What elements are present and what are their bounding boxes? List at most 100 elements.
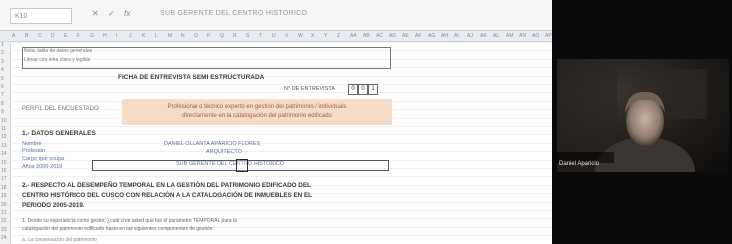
row-header[interactable]: 2 — [1, 50, 4, 56]
column-header[interactable]: AE — [402, 31, 409, 41]
row-header[interactable]: 15 — [1, 160, 7, 166]
column-header[interactable]: G — [90, 31, 94, 41]
row-header[interactable]: 24 — [1, 235, 7, 241]
row-header[interactable]: 22 — [1, 218, 7, 224]
formula-input[interactable]: SUB GERENTE DEL CENTRO HISTORICO — [160, 10, 307, 17]
grid-line — [10, 75, 552, 77]
row-header[interactable]: 23 — [1, 227, 7, 233]
row-header[interactable]: 13 — [1, 143, 7, 149]
column-header[interactable]: K — [142, 31, 145, 41]
column-header[interactable]: L — [155, 31, 158, 41]
column-header[interactable]: N — [181, 31, 185, 41]
column-header[interactable]: U — [272, 31, 276, 41]
screen: K10 ✕ ✓ fx SUB GERENTE DEL CENTRO HISTOR… — [0, 0, 732, 244]
row-header[interactable]: 16 — [1, 168, 7, 174]
column-header[interactable]: Q — [220, 31, 224, 41]
column-header[interactable]: R — [233, 31, 237, 41]
top-note-2: Llenar con letra clara y legible — [24, 57, 91, 63]
top-note-1: Nota: tabla de datos generales — [24, 48, 93, 54]
row-header[interactable]: 19 — [1, 193, 7, 199]
row-header[interactable]: 18 — [1, 185, 7, 191]
question-line-2: catalogación del patrimonio edificado ha… — [22, 226, 214, 232]
row-header[interactable]: 14 — [1, 151, 7, 157]
field-label: Años 2005-2019 — [22, 164, 63, 170]
column-header[interactable]: T — [259, 31, 262, 41]
column-header[interactable]: AD — [389, 31, 396, 41]
column-header[interactable]: O — [194, 31, 198, 41]
spreadsheet-pane: K10 ✕ ✓ fx SUB GERENTE DEL CENTRO HISTOR… — [0, 0, 552, 244]
position-value[interactable]: SUB GERENTE DEL CENTRO HISTORICO — [176, 161, 284, 167]
profile-line-2: directamente en la catalogación del patr… — [182, 113, 332, 119]
row-header[interactable]: 10 — [1, 118, 7, 124]
column-header[interactable]: D — [51, 31, 55, 41]
row-header[interactable]: 1 — [1, 42, 4, 48]
active-cell[interactable] — [236, 159, 248, 172]
row-header[interactable]: 6 — [1, 84, 4, 90]
column-header[interactable]: AK — [480, 31, 487, 41]
row-header[interactable]: 12 — [1, 134, 7, 140]
column-header[interactable]: B — [25, 31, 28, 41]
column-header[interactable]: I — [116, 31, 117, 41]
column-header[interactable]: E — [64, 31, 67, 41]
column-header[interactable]: H — [103, 31, 107, 41]
column-header[interactable]: V — [285, 31, 288, 41]
name-value[interactable]: DANIEL OLLANTA APARICIO FLORES — [164, 141, 260, 147]
column-header[interactable]: AI — [454, 31, 459, 41]
column-header[interactable]: AC — [376, 31, 383, 41]
question-line-3: a. La conservación del patrimonio — [22, 237, 97, 243]
row-header[interactable]: 21 — [1, 210, 7, 216]
interview-label: N° DE ENTREVISTA — [284, 86, 335, 92]
form-title: FICHA DE ENTREVISTA SEMI ESTRUCTURADA — [118, 74, 265, 81]
column-header[interactable]: W — [298, 31, 303, 41]
profile-box: Profesional o técnico experto en gestión… — [122, 99, 392, 125]
check-icon[interactable]: ✓ — [108, 9, 115, 18]
column-header[interactable]: X — [311, 31, 314, 41]
column-header[interactable]: AF — [415, 31, 421, 41]
column-header[interactable]: Y — [324, 31, 327, 41]
participant-name: Daniel Aparicio — [559, 161, 600, 167]
row-header[interactable]: 4 — [1, 67, 4, 73]
grid-line — [10, 151, 552, 153]
column-header[interactable]: AL — [493, 31, 499, 41]
column-header[interactable]: AN — [519, 31, 526, 41]
grid-line — [10, 126, 552, 127]
column-header[interactable]: J — [129, 31, 132, 41]
row-header[interactable]: 9 — [1, 109, 4, 115]
column-header[interactable]: AB — [363, 31, 370, 41]
participant-name-tag: Daniel Aparicio — [556, 152, 614, 167]
profile-label: PERFIL DEL ENCUESTADO — [22, 106, 99, 112]
interview-digit[interactable]: 1 — [368, 84, 378, 95]
row-header[interactable]: 3 — [1, 59, 4, 65]
column-header[interactable]: A — [12, 31, 15, 41]
row-header[interactable]: 17 — [1, 176, 7, 182]
row-header[interactable]: 7 — [1, 92, 4, 98]
column-header[interactable]: AA — [350, 31, 357, 41]
profession-value[interactable]: ARQUITECTO — [206, 149, 242, 155]
column-header[interactable]: AO — [532, 31, 539, 41]
section2-line-3: PERIODO 2005-2019. — [22, 202, 85, 209]
interview-digit[interactable]: 0 — [348, 84, 358, 95]
column-header[interactable]: P — [207, 31, 210, 41]
field-label: Cargo que ocupa — [22, 156, 65, 162]
row-header[interactable]: 20 — [1, 202, 7, 208]
row-header[interactable]: 8 — [1, 101, 4, 107]
column-header[interactable]: S — [246, 31, 249, 41]
column-header[interactable]: F — [77, 31, 80, 41]
column-header[interactable]: AM — [506, 31, 514, 41]
column-header[interactable]: AP — [545, 31, 552, 41]
column-header[interactable]: AH — [441, 31, 448, 41]
fx-icon[interactable]: fx — [124, 9, 130, 18]
name-box[interactable]: K10 — [10, 8, 72, 24]
column-header[interactable]: Z — [337, 31, 340, 41]
field-label: Profesión — [22, 148, 46, 154]
column-header[interactable]: AG — [428, 31, 435, 41]
row-header[interactable]: 11 — [1, 126, 6, 132]
x-icon[interactable]: ✕ — [92, 9, 99, 18]
column-header[interactable]: C — [38, 31, 42, 41]
column-header[interactable]: AJ — [467, 31, 473, 41]
section1-title: 1.- DATOS GENERALES — [22, 130, 96, 137]
column-header[interactable]: M — [168, 31, 172, 41]
formula-bar: K10 ✕ ✓ fx SUB GERENTE DEL CENTRO HISTOR… — [0, 0, 552, 31]
row-header[interactable]: 5 — [1, 76, 4, 82]
interview-digit[interactable]: 0 — [358, 84, 368, 95]
